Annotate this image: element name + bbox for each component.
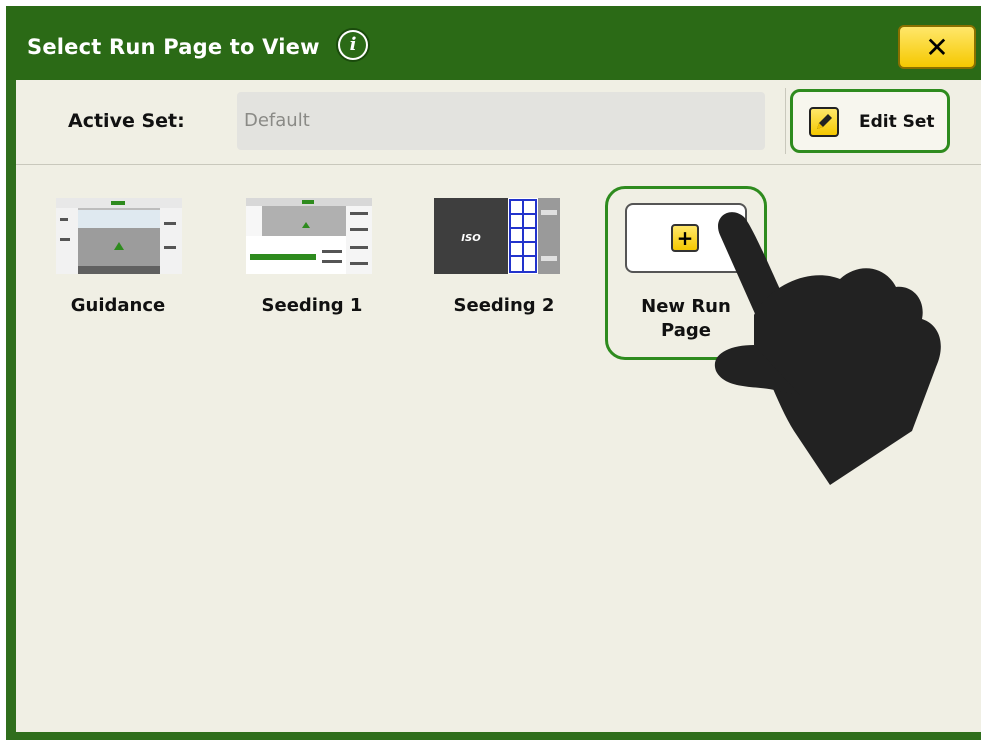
run-page-seeding-2[interactable]: ISO Seeding 2 [434, 198, 574, 318]
pointing-hand-icon [690, 195, 950, 495]
page-title: Select Run Page to View [27, 35, 320, 59]
seeding-2-thumbnail: ISO [434, 198, 560, 274]
pencil-icon [809, 107, 839, 137]
edit-set-label: Edit Set [859, 112, 935, 132]
iso-logo-text: ISO [461, 233, 481, 244]
run-page-label: Seeding 1 [261, 295, 363, 316]
active-set-row: Active Set: Default Edit Set [16, 80, 981, 165]
guidance-thumbnail [56, 198, 182, 274]
run-page-label: Guidance [70, 295, 166, 316]
info-button[interactable]: i [336, 28, 370, 62]
run-page-guidance[interactable]: Guidance [48, 198, 188, 318]
active-set-label: Active Set: [68, 110, 185, 132]
close-button[interactable]: ✕ [898, 25, 976, 69]
active-set-value: Default [244, 110, 310, 131]
active-set-field: Default [237, 92, 765, 150]
seeding-1-thumbnail [246, 198, 372, 274]
info-icon: i [340, 32, 366, 58]
close-icon: ✕ [925, 30, 949, 64]
run-page-label: Seeding 2 [453, 295, 555, 316]
run-page-seeding-1[interactable]: Seeding 1 [242, 198, 382, 318]
edit-set-button[interactable]: Edit Set [790, 89, 950, 153]
divider [785, 88, 786, 154]
